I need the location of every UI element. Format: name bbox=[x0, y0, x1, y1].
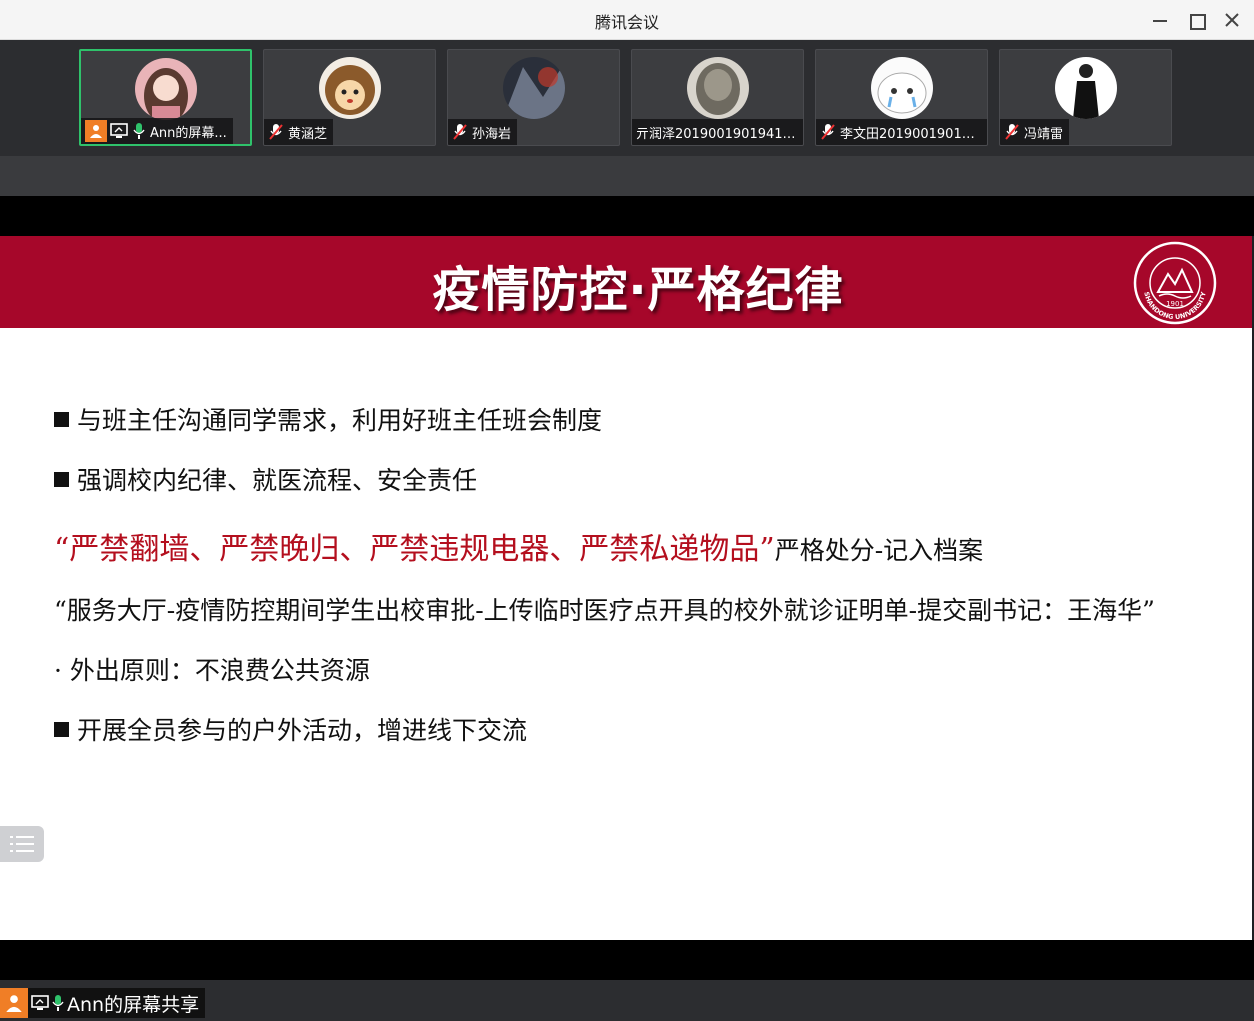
avatar bbox=[1054, 57, 1117, 119]
toolbar-spacer bbox=[0, 156, 1254, 196]
university-seal-icon: 1901 SHANDONG UNIVERSITY bbox=[1133, 241, 1217, 325]
avatar bbox=[686, 57, 749, 119]
share-label: Ann的屏幕共享 bbox=[67, 993, 200, 1016]
participant-tile[interactable]: 黄涵芝 bbox=[263, 49, 436, 146]
participant-tile[interactable]: 李文田20190019016... bbox=[815, 49, 988, 146]
window-title: 腾讯会议 bbox=[594, 13, 659, 32]
screen-share-icon bbox=[110, 123, 128, 139]
screen-share-tag: Ann的屏幕共享 bbox=[0, 988, 206, 1018]
bullet-square-icon bbox=[54, 722, 69, 737]
list-icon bbox=[10, 836, 34, 852]
mic-muted-icon bbox=[268, 124, 284, 140]
avatar bbox=[502, 57, 565, 119]
letterbox-bottom bbox=[0, 940, 1254, 980]
slide-line: · 外出原则：不浪费公共资源 bbox=[54, 656, 370, 685]
participant-tile[interactable]: 孙海岩 bbox=[447, 49, 620, 146]
maximize-button[interactable] bbox=[1184, 8, 1208, 32]
bullet-square-icon bbox=[54, 412, 69, 427]
host-user-icon bbox=[0, 988, 28, 1018]
mic-muted-icon bbox=[820, 124, 836, 140]
slide-line: 强调校内纪律、就医流程、安全责任 bbox=[54, 461, 477, 497]
avatar bbox=[870, 57, 933, 119]
mic-muted-icon bbox=[1004, 124, 1020, 140]
title-bar: 腾讯会议 bbox=[0, 0, 1254, 40]
participant-label: 亓润泽20190019019419D bbox=[632, 119, 803, 145]
participant-label: 黄涵芝 bbox=[264, 119, 334, 145]
participant-label: 冯靖雷 bbox=[1000, 119, 1070, 145]
minimize-button[interactable] bbox=[1148, 8, 1172, 32]
participant-label: Ann的屏幕... bbox=[81, 118, 233, 144]
slide-menu-button[interactable] bbox=[0, 826, 44, 862]
bullet-square-icon bbox=[54, 472, 69, 487]
avatar bbox=[318, 57, 381, 119]
host-user-icon bbox=[85, 120, 107, 142]
shared-screen: 疫情防控·严格纪律 1901 SHANDONG UNIVERSITY 与班主任沟… bbox=[0, 236, 1252, 940]
slide-line: 与班主任沟通同学需求，利用好班主任班会制度 bbox=[54, 401, 602, 437]
avatar bbox=[134, 58, 197, 120]
close-icon bbox=[1225, 13, 1239, 27]
mic-on-icon bbox=[132, 123, 146, 139]
slide-line-emphasis: “严禁翻墙、严禁晚归、严禁违规电器、严禁私递物品”严格处分-记入档案 bbox=[54, 532, 984, 567]
slide-line: 开展全员参与的户外活动，增进线下交流 bbox=[54, 711, 527, 747]
participant-tile[interactable]: 亓润泽20190019019419D bbox=[631, 49, 804, 146]
slide-title: 疫情防控·严格纪律 bbox=[432, 262, 844, 318]
participant-label: 孙海岩 bbox=[448, 119, 518, 145]
participant-tile[interactable]: Ann的屏幕... bbox=[79, 49, 252, 146]
letterbox-top bbox=[0, 196, 1254, 236]
mic-muted-icon bbox=[452, 124, 468, 140]
mic-on-icon bbox=[51, 994, 65, 1012]
close-button[interactable] bbox=[1220, 8, 1244, 32]
slide-line: “服务大厅-疫情防控期间学生出校审批-上传临时医疗点开具的校外就诊证明单-提交副… bbox=[54, 596, 1155, 625]
participant-strip: Ann的屏幕... 黄涵芝 孙海岩 亓润泽20190019019419D 李文田… bbox=[0, 40, 1254, 156]
bottom-bar: Ann的屏幕共享 bbox=[0, 980, 1254, 1021]
participant-tile[interactable]: 冯靖雷 bbox=[999, 49, 1172, 146]
participant-label: 李文田20190019016... bbox=[816, 119, 987, 145]
screen-share-icon bbox=[31, 995, 49, 1011]
seal-year: 1901 bbox=[1166, 300, 1184, 308]
slide-title-banner: 疫情防控·严格纪律 1901 SHANDONG UNIVERSITY bbox=[0, 236, 1252, 328]
